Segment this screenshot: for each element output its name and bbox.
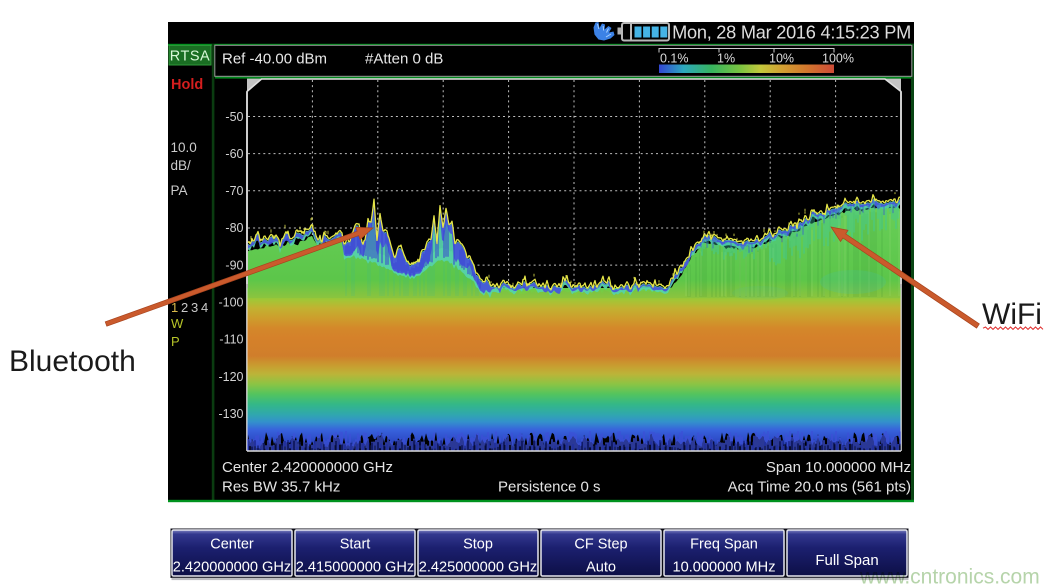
svg-text:2.420000000 GHz: 2.420000000 GHz [173, 560, 291, 576]
svg-text:-50: -50 [225, 110, 243, 124]
svg-text:2.425000000 GHz: 2.425000000 GHz [419, 560, 537, 576]
svg-text:W: W [171, 316, 184, 331]
svg-text:Center: Center [210, 537, 254, 553]
svg-text:Hold: Hold [171, 77, 203, 93]
svg-text:-60: -60 [225, 147, 243, 161]
svg-text:RTSA: RTSA [170, 49, 210, 65]
svg-text:1%: 1% [717, 52, 735, 66]
svg-text:10%: 10% [769, 52, 794, 66]
svg-text:-120: -120 [218, 370, 243, 384]
svg-text:-130: -130 [218, 407, 243, 421]
svg-text:P: P [171, 334, 180, 349]
svg-text:10.0: 10.0 [171, 140, 197, 155]
svg-text:4: 4 [201, 300, 208, 315]
svg-text:Ref -40.00 dBm: Ref -40.00 dBm [222, 51, 327, 68]
svg-text:10.000000 MHz: 10.000000 MHz [672, 560, 775, 576]
svg-text:0.1%: 0.1% [660, 52, 689, 66]
svg-text:#Atten 0 dB: #Atten 0 dB [365, 51, 443, 68]
svg-text:Acq Time 20.0 ms (561 pts): Acq Time 20.0 ms (561 pts) [728, 479, 911, 496]
svg-text:2.415000000 GHz: 2.415000000 GHz [296, 560, 414, 576]
svg-text:Persistence 0 s: Persistence 0 s [498, 479, 601, 496]
svg-text:Freq Span: Freq Span [690, 537, 758, 553]
svg-text:PA: PA [171, 183, 188, 198]
svg-text:WiFi: WiFi [982, 298, 1042, 331]
svg-text:Res BW 35.7 kHz: Res BW 35.7 kHz [222, 479, 340, 496]
svg-text:Auto: Auto [586, 560, 616, 576]
svg-text:100%: 100% [822, 52, 854, 66]
svg-text:Center 2.420000000 GHz: Center 2.420000000 GHz [222, 459, 393, 476]
svg-text:Bluetooth: Bluetooth [9, 345, 136, 378]
svg-text:-110: -110 [219, 333, 243, 347]
svg-text:2: 2 [181, 300, 188, 315]
svg-text:CF Step: CF Step [574, 537, 627, 553]
svg-text:Mon, 28 Mar 2016 4:15:23 PM: Mon, 28 Mar 2016 4:15:23 PM [672, 23, 911, 43]
svg-text:3: 3 [191, 300, 198, 315]
svg-text:-100: -100 [218, 296, 243, 310]
svg-text:Start: Start [340, 537, 371, 553]
svg-text:Stop: Stop [463, 537, 493, 553]
svg-text:dB/: dB/ [171, 158, 192, 173]
svg-text:Span 10.000000 MHz: Span 10.000000 MHz [766, 459, 911, 476]
svg-text:-80: -80 [225, 221, 243, 235]
svg-text:-90: -90 [225, 258, 243, 272]
svg-text:www.cntronics.com: www.cntronics.com [859, 566, 1040, 587]
svg-text:-70: -70 [225, 184, 243, 198]
